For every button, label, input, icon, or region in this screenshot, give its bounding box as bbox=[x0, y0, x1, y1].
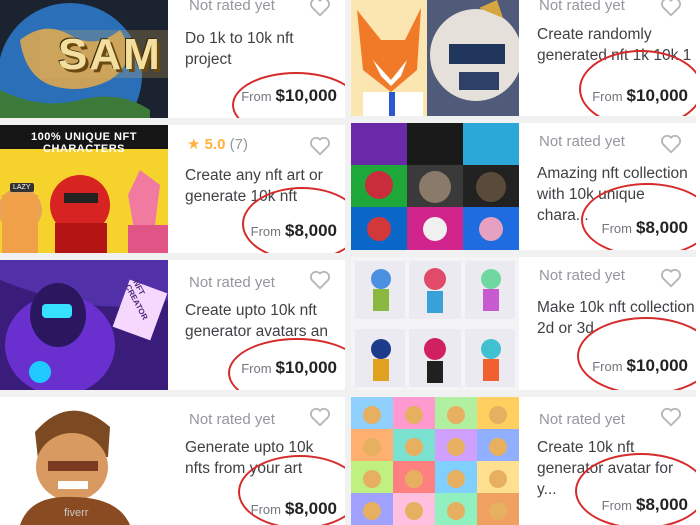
gig-info: ★ 5.0 (7) Create any nft art or generate… bbox=[185, 125, 345, 253]
gig-thumbnail[interactable] bbox=[351, 257, 519, 390]
gig-card[interactable]: fiverr Not rated yet Generate upto 10k n… bbox=[0, 397, 345, 525]
heart-outline-icon[interactable] bbox=[660, 133, 682, 155]
card-separator bbox=[0, 118, 345, 125]
gig-info: Not rated yet Do 1k to 10k nft project F… bbox=[185, 0, 345, 118]
thumbnail-banner-text: 100% UNIQUE NFT CHARACTERS bbox=[31, 131, 137, 155]
card-separator bbox=[351, 116, 696, 123]
price-prefix: From bbox=[592, 359, 623, 374]
heart-outline-icon[interactable] bbox=[309, 269, 331, 291]
price-amount: $8,000 bbox=[636, 218, 688, 237]
rating-label: Not rated yet bbox=[539, 267, 625, 284]
price-amount: $10,000 bbox=[275, 358, 337, 377]
gig-thumbnail[interactable]: NFT CREATOR bbox=[0, 260, 168, 390]
card-separator bbox=[351, 390, 696, 397]
rating-score: 5.0 bbox=[204, 136, 226, 153]
heart-outline-icon[interactable] bbox=[309, 135, 331, 157]
price-amount: $8,000 bbox=[285, 499, 337, 518]
gig-list-left: SAM Not rated yet Do 1k to 10k nft proje… bbox=[0, 0, 345, 525]
gig-info: Not rated yet Generate upto 10k nfts fro… bbox=[185, 397, 345, 525]
gig-thumbnail[interactable] bbox=[351, 0, 519, 116]
gig-thumbnail[interactable]: SAM bbox=[0, 0, 168, 118]
gig-price[interactable]: From $8,000 bbox=[251, 499, 337, 519]
gig-price[interactable]: From $10,000 bbox=[241, 358, 337, 378]
rating-count: (7) bbox=[229, 136, 248, 153]
price-prefix: From bbox=[241, 361, 272, 376]
heart-outline-icon[interactable] bbox=[660, 0, 682, 18]
gig-title[interactable]: Amazing nft collection with 10k unique c… bbox=[537, 163, 696, 226]
price-amount: $8,000 bbox=[285, 221, 337, 240]
heart-outline-icon[interactable] bbox=[660, 267, 682, 289]
price-amount: $10,000 bbox=[275, 86, 337, 105]
gig-title[interactable]: Generate upto 10k nfts from your art bbox=[185, 437, 341, 479]
gig-thumbnail[interactable]: 100% UNIQUE NFT CHARACTERS LAZY bbox=[0, 125, 168, 253]
gig-card[interactable]: Not rated yet Create randomly generated … bbox=[351, 0, 696, 116]
gig-title[interactable]: Create randomly generated nft 1k 10k 1 bbox=[537, 24, 696, 66]
gig-price[interactable]: From $10,000 bbox=[241, 86, 337, 106]
heart-outline-icon[interactable] bbox=[309, 406, 331, 428]
gig-title[interactable]: Make 10k nft collection 2d or 3d bbox=[537, 297, 696, 339]
card-separator bbox=[0, 253, 345, 260]
gig-price[interactable]: From $10,000 bbox=[592, 356, 688, 376]
gig-title[interactable]: Create 10k nft generator avatar for y... bbox=[537, 437, 693, 500]
thumbnail-logo-text: SAM bbox=[58, 30, 162, 79]
gig-card[interactable]: NFT CREATOR Not rated yet Create upto 10… bbox=[0, 260, 345, 390]
price-prefix: From bbox=[241, 89, 272, 104]
price-prefix: From bbox=[250, 502, 281, 517]
gig-title[interactable]: Create upto 10k nft generator avatars an bbox=[185, 300, 335, 342]
star-icon: ★ bbox=[187, 136, 201, 153]
heart-outline-icon[interactable] bbox=[309, 0, 331, 18]
gig-info: Not rated yet Make 10k nft collection 2d… bbox=[537, 257, 696, 390]
gig-card[interactable]: Not rated yet Create 10k nft generator a… bbox=[351, 397, 696, 525]
rating: ★ 5.0 (7) bbox=[187, 135, 248, 153]
rating-label: Not rated yet bbox=[189, 411, 275, 428]
card-separator bbox=[0, 390, 345, 397]
gig-price[interactable]: From $8,000 bbox=[602, 495, 688, 515]
price-amount: $8,000 bbox=[636, 495, 688, 514]
price-amount: $10,000 bbox=[626, 86, 688, 105]
rating-label: Not rated yet bbox=[539, 0, 625, 14]
heart-outline-icon[interactable] bbox=[660, 406, 682, 428]
gig-info: Not rated yet Amazing nft collection wit… bbox=[537, 123, 696, 250]
rating-label: Not rated yet bbox=[189, 274, 275, 291]
price-prefix: From bbox=[601, 221, 632, 236]
rating-label: Not rated yet bbox=[539, 411, 625, 428]
card-separator bbox=[351, 250, 696, 257]
gig-card[interactable]: Not rated yet Make 10k nft collection 2d… bbox=[351, 257, 696, 390]
gig-price[interactable]: From $8,000 bbox=[251, 221, 337, 241]
gig-price[interactable]: From $8,000 bbox=[602, 218, 688, 238]
gig-info: Not rated yet Create randomly generated … bbox=[537, 0, 696, 116]
gig-price[interactable]: From $10,000 bbox=[592, 86, 688, 106]
thumbnail-badge-text: LAZY bbox=[10, 183, 34, 192]
price-prefix: From bbox=[592, 89, 623, 104]
price-prefix: From bbox=[601, 498, 632, 513]
price-prefix: From bbox=[250, 224, 281, 239]
gig-thumbnail[interactable] bbox=[351, 397, 519, 525]
gig-info: Not rated yet Create 10k nft generator a… bbox=[537, 397, 696, 525]
gig-thumbnail[interactable] bbox=[351, 123, 519, 250]
gig-card[interactable]: SAM Not rated yet Do 1k to 10k nft proje… bbox=[0, 0, 345, 118]
gig-card[interactable]: 100% UNIQUE NFT CHARACTERS LAZY ★ 5.0 (7… bbox=[0, 125, 345, 253]
gig-title[interactable]: Do 1k to 10k nft project bbox=[185, 28, 337, 70]
rating-label: Not rated yet bbox=[539, 133, 625, 150]
gig-list-right: Not rated yet Create randomly generated … bbox=[351, 0, 696, 525]
gig-card[interactable]: Not rated yet Amazing nft collection wit… bbox=[351, 123, 696, 250]
rating-label: Not rated yet bbox=[189, 0, 275, 14]
gig-title[interactable]: Create any nft art or generate 10k nft bbox=[185, 165, 335, 207]
thumbnail-watermark: fiverr bbox=[64, 507, 89, 519]
gig-thumbnail[interactable]: fiverr bbox=[0, 397, 168, 525]
gig-info: Not rated yet Create upto 10k nft genera… bbox=[185, 260, 345, 390]
price-amount: $10,000 bbox=[626, 356, 688, 375]
